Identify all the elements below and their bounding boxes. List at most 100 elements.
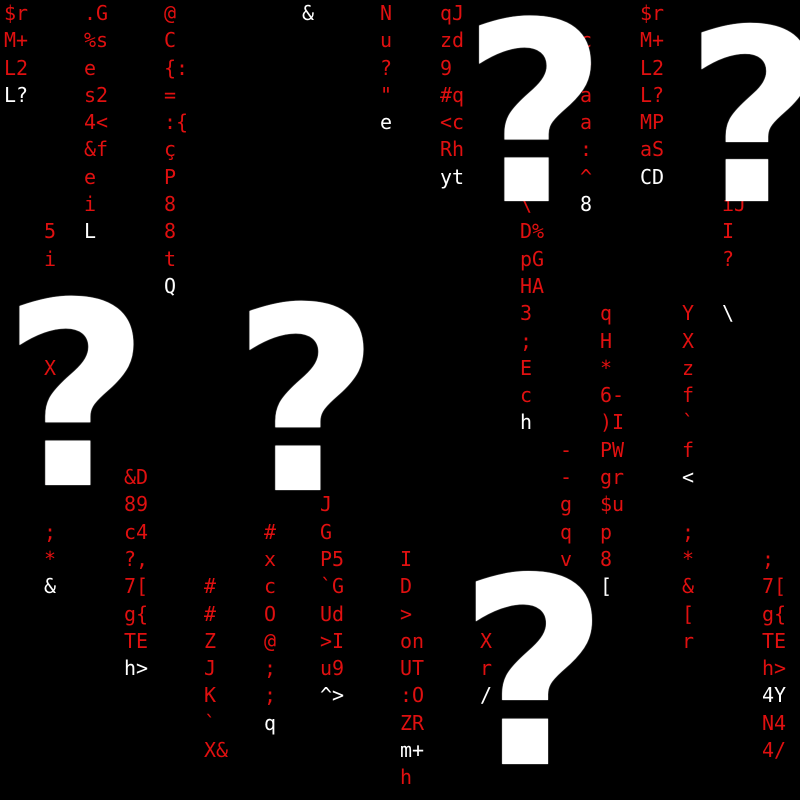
rain-glyph: N	[380, 1, 393, 25]
rain-glyph	[44, 164, 56, 191]
rain-glyph	[762, 328, 786, 355]
rain-glyph	[400, 464, 424, 491]
rain-glyph	[722, 273, 746, 300]
rain-glyph: K	[204, 683, 217, 708]
rain-glyph	[400, 246, 424, 273]
rain-glyph	[600, 273, 624, 300]
rain-glyph: h>	[762, 656, 787, 681]
rain-glyph: M+	[4, 28, 29, 53]
rain-glyph: q	[264, 710, 277, 735]
rain-glyph: ;	[264, 656, 277, 681]
rain-glyph	[400, 191, 424, 218]
rain-glyph: c	[264, 574, 277, 599]
rain-glyph	[204, 328, 228, 355]
rain-glyph	[400, 82, 424, 109]
rain-glyph	[204, 0, 228, 27]
rain-glyph	[264, 27, 276, 54]
rain-glyph	[320, 109, 344, 136]
rain-glyph: e	[84, 55, 97, 80]
rain-glyph: UT	[400, 656, 425, 681]
rain-glyph: E	[520, 355, 533, 380]
rain-glyph: :{	[164, 110, 189, 135]
rain-glyph: &	[682, 574, 695, 599]
rain-glyph	[320, 191, 344, 218]
rain-column: # # Z J K ` X&	[204, 0, 228, 764]
rain-glyph: CD	[640, 164, 665, 189]
rain-glyph	[124, 191, 148, 218]
rain-glyph: 6-	[600, 383, 625, 408]
rain-glyph	[124, 55, 148, 82]
rain-glyph: D	[400, 574, 413, 599]
rain-glyph	[44, 109, 56, 136]
rain-glyph: 7[	[124, 574, 149, 599]
rain-glyph: L2	[4, 55, 29, 80]
rain-glyph	[762, 382, 786, 409]
rain-glyph	[560, 328, 572, 355]
rain-glyph: yt	[440, 164, 465, 189]
rain-glyph	[480, 437, 492, 464]
question-mark-icon: ?	[232, 254, 380, 551]
rain-glyph: M+	[640, 28, 665, 53]
rain-glyph: >	[400, 601, 413, 626]
rain-glyph	[124, 0, 148, 27]
rain-glyph	[204, 55, 228, 82]
rain-column: $r M+ L2 L? MP aS CD	[640, 0, 664, 191]
rain-glyph	[264, 82, 276, 109]
question-mark-icon: ?	[2, 249, 150, 546]
rain-glyph	[204, 464, 228, 491]
rain-glyph	[204, 491, 228, 518]
rain-glyph	[400, 164, 424, 191]
rain-glyph: z	[682, 355, 695, 380]
rain-glyph: qJ	[440, 1, 465, 25]
rain-glyph: X	[682, 328, 695, 353]
rain-glyph	[320, 136, 344, 163]
rain-glyph	[400, 300, 424, 327]
rain-glyph	[762, 273, 786, 300]
rain-glyph: 5	[44, 219, 57, 244]
rain-glyph: )I	[600, 410, 625, 435]
rain-glyph: u9	[320, 656, 345, 681]
rain-glyph	[762, 437, 786, 464]
rain-glyph: -	[560, 437, 573, 462]
rain-glyph: gr	[600, 465, 625, 490]
rain-glyph: "	[380, 82, 393, 107]
rain-glyph: L?	[640, 82, 665, 107]
rain-glyph	[560, 355, 572, 382]
rain-glyph: ;	[682, 519, 695, 544]
rain-glyph: Y	[682, 301, 695, 326]
rain-glyph: &f	[84, 137, 109, 162]
rain-glyph: m+	[400, 738, 425, 763]
rain-glyph: on	[400, 628, 425, 653]
rain-column: Nu? " e	[380, 0, 392, 136]
rain-glyph	[480, 300, 492, 327]
rain-glyph: %s	[84, 28, 109, 53]
question-mark-icon: ?	[685, 0, 800, 238]
rain-glyph	[264, 55, 276, 82]
rain-glyph: &	[302, 1, 315, 25]
rain-glyph: I	[400, 546, 413, 571]
rain-glyph: &	[44, 574, 57, 599]
rain-glyph: PW	[600, 437, 625, 462]
rain-glyph: {:	[164, 55, 189, 80]
rain-glyph: r	[682, 628, 695, 653]
rain-glyph: `	[682, 410, 695, 435]
rain-glyph: Ud	[320, 601, 345, 626]
rain-glyph	[400, 519, 424, 546]
rain-glyph: s2	[84, 82, 109, 107]
rain-glyph: 8	[164, 219, 177, 244]
rain-glyph: ;	[264, 683, 277, 708]
rain-glyph	[44, 82, 56, 109]
rain-glyph: L?	[4, 82, 29, 107]
rain-glyph: Q	[164, 273, 177, 298]
rain-glyph	[320, 164, 344, 191]
rain-glyph	[44, 136, 56, 163]
rain-glyph: #q	[440, 82, 465, 107]
rain-glyph	[480, 491, 492, 518]
rain-glyph	[762, 519, 786, 546]
rain-glyph: g{	[762, 601, 787, 626]
rain-glyph: h>	[124, 656, 149, 681]
matrix-rain-screen: $r M+ L2 L? 5i X 5 ; * & .G %s e s2 4< &f e i L &D 89 c…	[0, 0, 800, 800]
rain-glyph	[204, 191, 228, 218]
rain-glyph: e	[380, 110, 393, 135]
rain-glyph: P	[164, 164, 177, 189]
